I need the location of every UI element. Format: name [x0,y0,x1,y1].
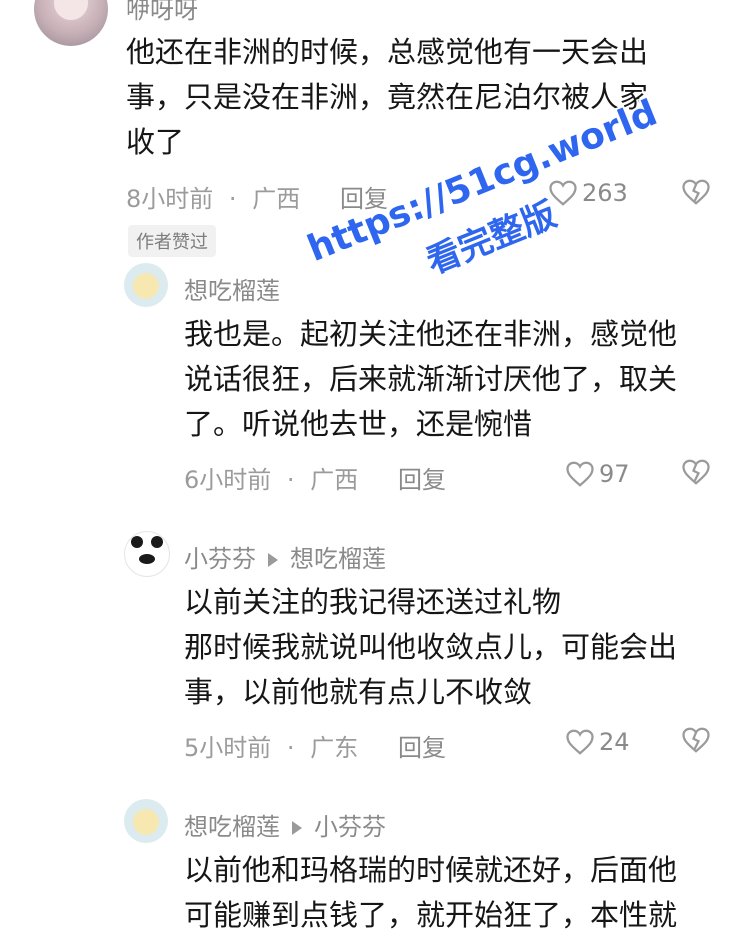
author-liked-badge: 作者赞过 [128,225,216,257]
like-button[interactable]: 263 [548,176,628,210]
comment-location: 广西 [310,466,359,494]
comment-time: 8小时前 [126,185,214,213]
reply-to-username[interactable]: 小芬芬 [314,813,386,841]
comment-text-line: 了。听说他去世，还是惋惜 [184,407,533,441]
comment-username[interactable]: 想吃榴莲 [184,813,280,841]
comment-text: 我也是。起初关注他还在非洲，感觉他 说话很狂，后来就渐渐讨厌他了，取关 了。听说… [184,312,677,447]
comment-text: 以前关注的我记得还送过礼物 那时候我就说叫他收敛点儿，可能会出 事，以前他就有点… [184,580,677,715]
comment-text-line: 说话很狂，后来就渐渐讨厌他了，取关 [184,362,678,396]
comment-time: 5小时前 [184,734,272,762]
meta-separator: · [286,734,295,762]
reply-to-username[interactable]: 想吃榴莲 [290,545,386,573]
comment-text-line: 以前他和玛格瑞的时候就还好，后面他 [184,853,678,887]
comment-meta: 5小时前 · 广东 [184,728,358,763]
comment-meta: 6小时前 · 广西 [184,460,358,495]
comment-username[interactable]: 想吃榴莲 [184,271,280,306]
avatar[interactable] [124,531,170,577]
comment-text-line: 我也是。起初关注他还在非洲，感觉他 [184,317,678,351]
comment-username-line: 想吃榴莲 小芬芬 [184,807,386,842]
reply-button[interactable]: 回复 [398,460,446,495]
broken-heart-icon [682,727,710,753]
like-button[interactable]: 97 [565,457,630,491]
reply-button[interactable]: 回复 [398,728,446,763]
comment-text-line: 以前关注的我记得还送过礼物 [184,585,562,619]
comment-text-line: 他还在非洲的时候，总感觉他有一天会出 [126,35,649,69]
avatar[interactable] [34,0,108,46]
heart-outline-icon [566,461,594,487]
like-count: 97 [599,460,630,488]
comment-time: 6小时前 [184,466,272,494]
comment-meta: 8小时前 · 广西 [126,179,300,214]
comment-location: 广西 [252,185,301,213]
meta-separator: · [228,185,237,213]
broken-heart-icon [682,459,710,485]
comment-text-line: 事，以前他就有点儿不收敛 [184,675,533,709]
comment-username[interactable]: 咿呀呀 [126,0,198,25]
avatar[interactable] [124,799,168,843]
broken-heart-icon [682,179,710,205]
heart-outline-icon [549,180,577,206]
comment-text: 以前他和玛格瑞的时候就还好，后面他 可能赚到点钱了，就开始狂了，本性就 [184,848,677,938]
dislike-button[interactable] [681,178,711,210]
comment-text-line: 事，只是没在非洲，竟然在尼泊尔被人家 [126,80,649,114]
meta-separator: · [286,466,295,494]
reply-arrow-icon [292,821,302,835]
comment-username-line: 小芬芬 想吃榴莲 [184,539,386,574]
comment-text-line: 那时候我就说叫他收敛点儿，可能会出 [184,630,678,664]
comment-text-line: 可能赚到点钱了，就开始狂了，本性就 [184,898,678,932]
avatar[interactable] [124,263,168,307]
like-count: 24 [599,728,630,756]
like-button[interactable]: 24 [565,725,630,759]
dislike-button[interactable] [681,726,711,758]
like-count: 263 [582,179,628,207]
dislike-button[interactable] [681,458,711,490]
heart-outline-icon [566,729,594,755]
comment-username[interactable]: 小芬芬 [184,545,256,573]
reply-arrow-icon [268,553,278,567]
comment-location: 广东 [310,734,359,762]
